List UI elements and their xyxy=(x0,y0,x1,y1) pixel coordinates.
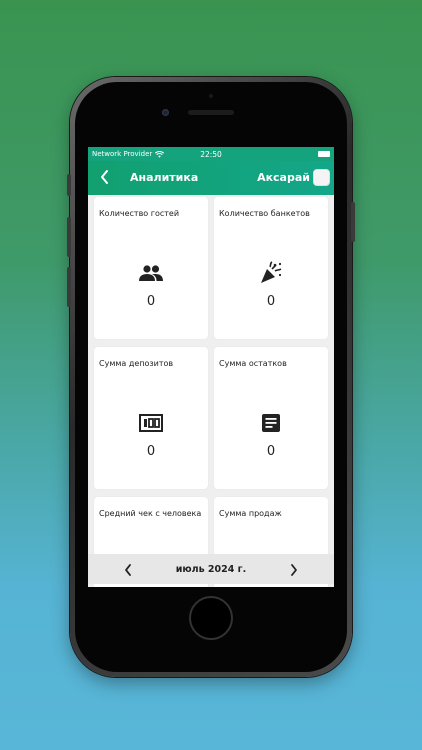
chevron-left-icon[interactable] xyxy=(123,563,133,577)
mute-switch xyxy=(67,174,71,196)
status-bar: Network Provider 22:50 xyxy=(88,147,334,161)
nav-bar: Аналитика Аксарай xyxy=(88,161,334,195)
month-label: июль 2024 г. xyxy=(175,563,247,575)
front-camera xyxy=(162,109,169,116)
chevron-right-icon[interactable] xyxy=(289,563,299,577)
card-value: 0 xyxy=(266,294,276,309)
people-icon xyxy=(137,261,165,285)
page-title: Аналитика xyxy=(130,171,199,184)
venue-avatar[interactable] xyxy=(313,169,330,186)
chevron-left-icon[interactable] xyxy=(98,168,112,186)
banknote-icon xyxy=(137,411,165,435)
home-button xyxy=(189,596,233,640)
card-value: 0 xyxy=(266,444,276,459)
card-banquets[interactable]: Количество банкетов 0 xyxy=(214,197,328,339)
volume-up-button xyxy=(67,217,71,257)
card-label: Сумма остатков xyxy=(219,359,287,368)
card-value: 0 xyxy=(146,444,156,459)
card-balances[interactable]: Сумма остатков 0 xyxy=(214,347,328,489)
document-icon xyxy=(257,411,285,435)
earpiece-speaker xyxy=(188,110,234,115)
card-label: Сумма продаж xyxy=(219,509,282,518)
card-deposits[interactable]: Сумма депозитов 0 xyxy=(94,347,208,489)
card-label: Сумма депозитов xyxy=(99,359,174,368)
volume-down-button xyxy=(67,267,71,307)
power-button xyxy=(351,202,355,242)
phone-frame: Network Provider 22:50 Аналитика Аксарай… xyxy=(67,77,355,677)
card-value: 0 xyxy=(146,294,156,309)
month-selector: июль 2024 г. xyxy=(88,554,334,584)
card-guests[interactable]: Количество гостей 0 xyxy=(94,197,208,339)
card-label: Количество банкетов xyxy=(219,209,310,218)
status-time: 22:50 xyxy=(200,150,222,159)
app-screen: Network Provider 22:50 Аналитика Аксарай… xyxy=(88,147,334,587)
party-popper-icon xyxy=(257,261,285,285)
battery-icon xyxy=(318,151,330,157)
proximity-sensor xyxy=(209,94,213,98)
card-label: Количество гостей xyxy=(99,209,180,218)
venue-name[interactable]: Аксарай xyxy=(257,171,310,184)
card-label: Средний чек с человека xyxy=(99,509,202,518)
